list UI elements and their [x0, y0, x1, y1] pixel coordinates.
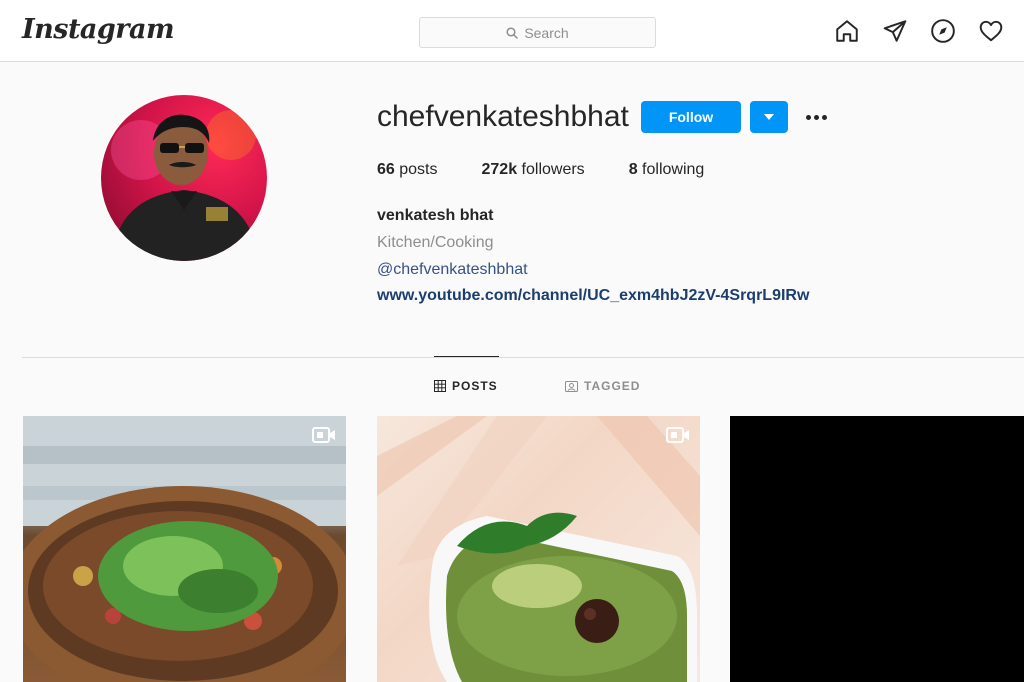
posts-count-stat: 66 posts	[377, 161, 438, 178]
search-placeholder: Search	[524, 24, 569, 41]
direct-message-icon[interactable]	[882, 18, 908, 44]
search-icon	[506, 26, 519, 39]
follow-button[interactable]: Follow	[641, 101, 741, 133]
profile-full-name: venkatesh bhat	[377, 207, 494, 224]
explore-icon[interactable]	[930, 18, 956, 44]
following-count-stat[interactable]: 8 following	[629, 161, 705, 179]
followers-count-stat[interactable]: 272k followers	[482, 161, 585, 179]
tab-tagged-label: TAGGED	[584, 379, 641, 393]
profile-handle-link[interactable]: @chefvenkateshbhat	[377, 261, 528, 279]
profile-category: Kitchen/Cooking	[377, 234, 494, 251]
active-tab-indicator	[434, 356, 499, 357]
profile-stats: 66 posts 272k followers 8 following	[377, 161, 748, 179]
more-options-icon	[805, 114, 811, 120]
post-thumbnail[interactable]	[377, 416, 700, 682]
tagged-icon	[565, 381, 578, 392]
grid-icon	[434, 380, 446, 392]
caret-down-icon	[764, 114, 774, 120]
instagram-logo[interactable]: Instagram	[22, 14, 175, 45]
activity-heart-icon[interactable]	[978, 18, 1004, 44]
profile-website-link[interactable]: www.youtube.com/channel/UC_exm4hbJ2zV-4S…	[377, 287, 809, 305]
post-image	[23, 416, 346, 682]
tab-posts-label: POSTS	[452, 379, 498, 393]
post-thumbnail[interactable]	[730, 416, 1024, 682]
more-options-button[interactable]	[802, 107, 830, 127]
top-navigation-bar: Instagram Search	[0, 0, 1024, 62]
tab-posts[interactable]: POSTS	[434, 379, 498, 393]
tab-tagged[interactable]: TAGGED	[565, 379, 640, 393]
post-thumbnail[interactable]	[23, 416, 346, 682]
video-icon	[666, 427, 689, 443]
profile-avatar[interactable]	[101, 95, 267, 261]
home-icon[interactable]	[834, 18, 860, 44]
nav-icons	[834, 18, 1004, 44]
search-input[interactable]: Search	[419, 17, 656, 48]
video-icon	[312, 427, 335, 443]
profile-username: chefvenkateshbhat	[377, 100, 629, 133]
post-image	[377, 416, 700, 682]
suggested-accounts-dropdown-button[interactable]	[750, 101, 788, 133]
avatar-photo	[111, 110, 259, 261]
tabs-divider	[22, 357, 1024, 358]
